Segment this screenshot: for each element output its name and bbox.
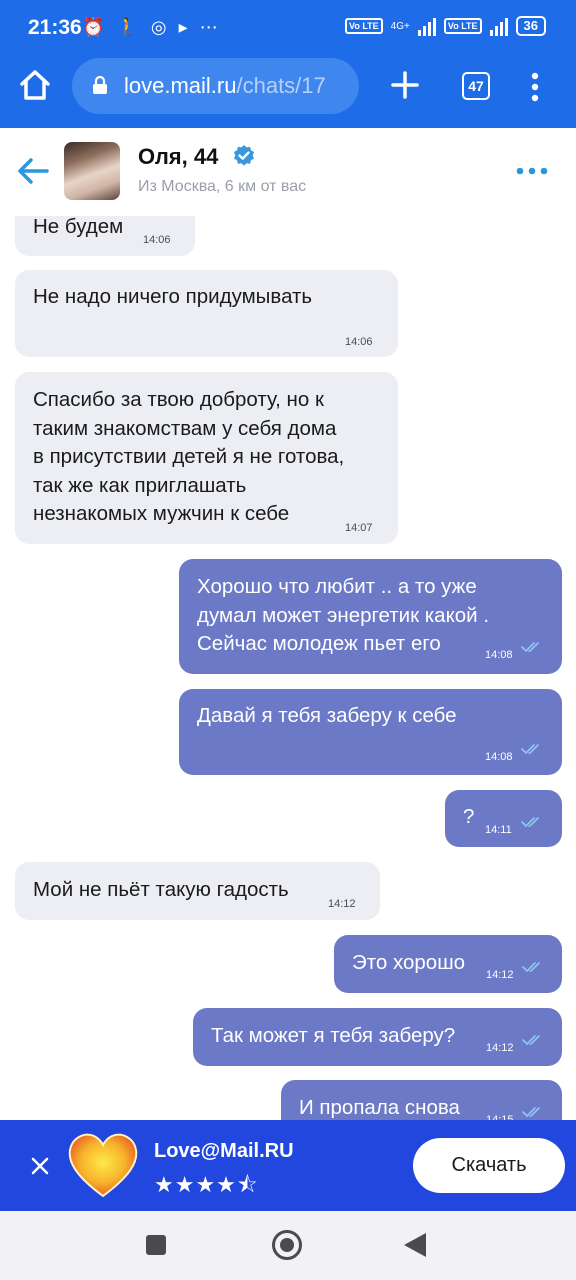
app-install-banner: Love@Mail.RU ★★★★⯪ Скачать: [0, 1120, 576, 1211]
home-nav-icon[interactable]: [272, 1230, 302, 1260]
message-text: Так может я тебя заберу?: [211, 1024, 456, 1047]
more-notifications-icon: ⋯: [199, 17, 218, 37]
message-outgoing[interactable]: И пропала снова 14:15: [281, 1080, 562, 1120]
rating-stars-icon: ★★★★⯪: [154, 1172, 259, 1197]
message-list[interactable]: Не будем 14:06 Не надо ничего придумыват…: [0, 216, 576, 1120]
url-text: love.mail.ru/chats/17: [124, 73, 326, 99]
message-outgoing[interactable]: ? 14:11: [445, 790, 562, 847]
signal-icon-2: [489, 16, 508, 36]
message-text: Давай я тебя заберу к себе: [197, 704, 457, 727]
app-name: Love@Mail.RU: [154, 1140, 294, 1162]
message-text: Мой не пьёт такую гадость: [33, 878, 289, 901]
message-time: 14:12: [486, 1042, 514, 1054]
message-time: 14:12: [328, 898, 356, 910]
message-text: Это хорошо: [352, 951, 466, 974]
tabs-count-button[interactable]: 47: [462, 72, 490, 100]
battery-icon: 36: [515, 16, 546, 36]
more-options-icon[interactable]: [516, 166, 548, 176]
network-type: 4G+: [390, 20, 410, 32]
message-time: 14:07: [345, 522, 373, 534]
read-checkmarks-icon: [522, 962, 540, 973]
back-nav-icon[interactable]: [404, 1233, 426, 1257]
chat-header: Оля, 44 Из Москва, 6 км от вас: [0, 128, 576, 217]
status-bar: 21:36 ⏰ 🚶 ◎ ▸ ⋯ Vo LTE 4G+ Vo LTE 36: [0, 0, 576, 58]
walk-icon: 🚶: [116, 17, 139, 37]
message-text: Не надо ничего придумывать: [33, 285, 313, 308]
url-host: love.mail.ru: [124, 73, 237, 98]
message-outgoing[interactable]: Так может я тебя заберу? 14:12: [193, 1008, 562, 1066]
verified-icon: [234, 145, 254, 166]
status-time: 21:36: [28, 16, 82, 39]
volte-icon: Vo LTE: [345, 18, 383, 34]
message-text: И пропала снова: [299, 1096, 460, 1119]
volte-icon-2: Vo LTE: [443, 18, 482, 34]
read-checkmarks-icon: [521, 817, 539, 828]
browser-chrome: 21:36 ⏰ 🚶 ◎ ▸ ⋯ Vo LTE 4G+ Vo LTE 36 lov…: [0, 0, 576, 128]
message-incoming[interactable]: Спасибо за твою доброту, но к таким знак…: [15, 372, 398, 544]
message-time: 14:08: [485, 751, 513, 763]
message-time: 14:06: [345, 336, 373, 348]
message-text: Спасибо за твою доброту, но к таким знак…: [33, 388, 345, 525]
message-text: ?: [463, 805, 475, 828]
message-time: 14:11: [485, 824, 512, 836]
app-logo-heart-icon: [68, 1133, 138, 1198]
home-icon[interactable]: [18, 68, 52, 102]
message-outgoing[interactable]: Хорошо что любит .. а то уже думал может…: [179, 559, 562, 674]
message-incoming[interactable]: Не надо ничего придумывать 14:06: [15, 270, 398, 357]
lock-icon: [93, 76, 107, 94]
message-outgoing[interactable]: Давай я тебя заберу к себе 14:08: [179, 689, 562, 775]
message-time: 14:08: [485, 649, 513, 661]
contact-name[interactable]: Оля, 44: [138, 144, 218, 170]
play-icon: ▸: [178, 17, 188, 37]
browser-menu-icon[interactable]: [528, 72, 542, 102]
instagram-icon: ◎: [150, 17, 167, 37]
message-time: 14:15: [486, 1114, 514, 1120]
read-checkmarks-icon: [522, 1035, 540, 1046]
download-button[interactable]: Скачать: [413, 1138, 565, 1193]
address-bar[interactable]: love.mail.ru/chats/17: [72, 58, 359, 114]
message-text: Не будем: [33, 216, 124, 238]
message-text: Хорошо что любит .. а то уже думал может…: [197, 575, 490, 655]
read-checkmarks-icon: [521, 744, 539, 755]
read-checkmarks-icon: [521, 642, 539, 653]
contact-location: Из Москва, 6 км от вас: [138, 178, 307, 195]
avatar[interactable]: [64, 142, 120, 200]
browser-toolbar: love.mail.ru/chats/17 47: [0, 58, 576, 128]
new-tab-icon[interactable]: [390, 70, 420, 100]
alarm-icon: ⏰: [82, 17, 105, 37]
recent-apps-icon[interactable]: [146, 1235, 166, 1255]
close-icon[interactable]: [30, 1156, 50, 1176]
message-time: 14:12: [486, 969, 514, 981]
signal-icon: [417, 16, 436, 36]
url-path: /chats/17: [236, 73, 326, 98]
read-checkmarks-icon: [522, 1107, 540, 1118]
system-nav-bar: [0, 1211, 576, 1280]
message-incoming[interactable]: Мой не пьёт такую гадость 14:12: [15, 862, 380, 920]
message-time: 14:06: [143, 234, 171, 246]
back-arrow-icon[interactable]: [16, 156, 50, 186]
message-outgoing[interactable]: Это хорошо 14:12: [334, 935, 562, 993]
message-incoming[interactable]: Не будем 14:06: [15, 216, 195, 256]
